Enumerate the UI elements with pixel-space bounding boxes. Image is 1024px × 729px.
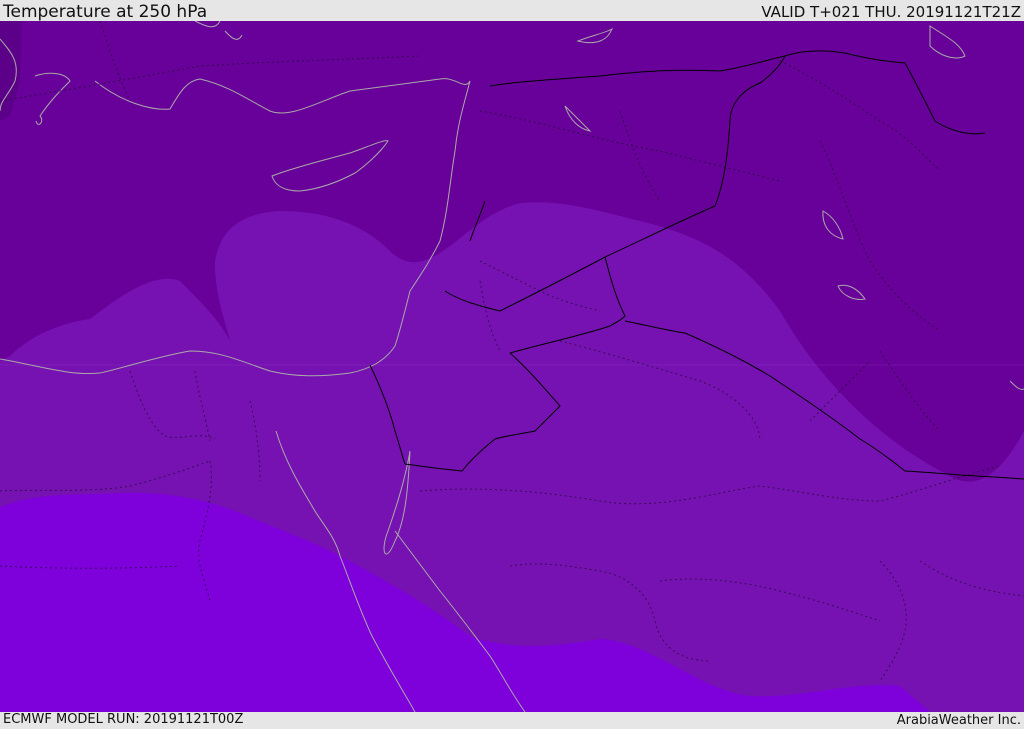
valid-time: VALID T+021 THU. 20191121T21Z xyxy=(761,3,1021,21)
map-title: Temperature at 250 hPa xyxy=(3,2,208,22)
temperature-map xyxy=(0,21,1024,712)
header-bar: Temperature at 250 hPa VALID T+021 THU. … xyxy=(0,0,1024,21)
model-run: ECMWF MODEL RUN: 20191121T00Z xyxy=(3,712,244,727)
credit: ArabiaWeather Inc. xyxy=(896,713,1021,728)
footer-bar: ECMWF MODEL RUN: 20191121T00Z ArabiaWeat… xyxy=(0,712,1024,729)
